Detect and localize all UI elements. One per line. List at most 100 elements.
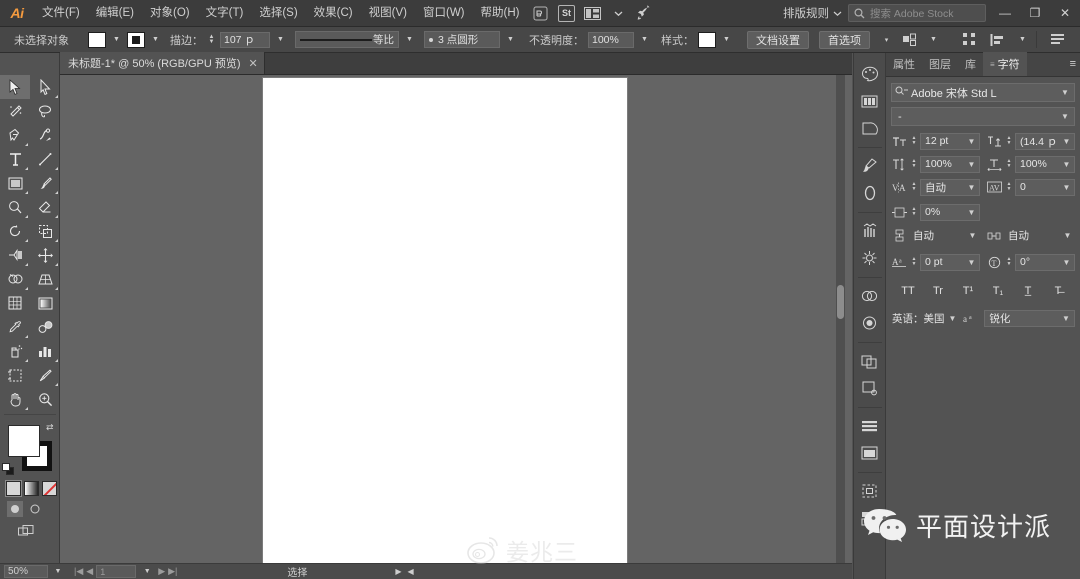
rectangle-tool[interactable] — [0, 171, 30, 195]
artboard-prev-button[interactable]: ◀ — [86, 566, 93, 577]
language-chevron-down-icon[interactable]: ▼ — [949, 314, 957, 323]
gradient-swatch-button[interactable] — [24, 481, 39, 496]
select-similar-objects-icon[interactable] — [897, 26, 923, 53]
pathfinder-panel-icon[interactable] — [856, 348, 884, 374]
hand-tool[interactable] — [0, 387, 30, 411]
discover-rocket-icon[interactable] — [631, 0, 657, 27]
brush-definition-chevron-down-icon[interactable]: ▼ — [504, 32, 517, 48]
tsume-chevron-down-icon[interactable]: ▼ — [966, 208, 977, 217]
rotate-tool[interactable] — [0, 219, 30, 243]
horizontal-gap-select[interactable]: 自动 ▼ — [1005, 227, 1075, 244]
magic-wand-tool[interactable] — [0, 99, 30, 123]
align-chevron-down-icon[interactable]: ▼ — [1016, 32, 1029, 48]
current-tool-label[interactable]: 选择 — [287, 564, 307, 579]
stroke-weight-input[interactable]: 107 ｐ — [220, 31, 270, 48]
status-left-icon[interactable]: ◀ — [408, 567, 414, 576]
workspace-chevron-down-icon[interactable] — [605, 0, 631, 27]
font-style-chevron-down-icon[interactable]: ▼ — [1058, 112, 1072, 121]
color-swatch-button[interactable] — [5, 480, 22, 497]
workspace-switcher-icon[interactable] — [579, 0, 605, 27]
mesh-tool[interactable] — [0, 291, 30, 315]
align-panel-icon[interactable] — [856, 375, 884, 401]
vertical-scale-chevron-down-icon[interactable]: ▼ — [966, 160, 977, 169]
zoom-tool[interactable] — [30, 387, 60, 411]
language-select[interactable]: 英语：美国 ▼ — [891, 310, 957, 327]
small-caps-button[interactable]: Tr — [923, 282, 953, 300]
color-guide-panel-icon[interactable] — [856, 88, 884, 114]
baseline-shift-field[interactable]: Aa ▲ ▼ 0 pt ▼ — [891, 253, 980, 271]
select-similar-chevron-down-icon[interactable]: ▼ — [927, 32, 940, 48]
close-button[interactable]: ✕ — [1050, 0, 1080, 27]
character-rotation-stepper[interactable]: ▲ ▼ — [1005, 257, 1013, 267]
swatches-panel-icon[interactable] — [856, 115, 884, 141]
column-graph-tool[interactable] — [30, 339, 60, 363]
artboard-tool[interactable] — [0, 363, 30, 387]
font-size-chevron-down-icon[interactable]: ▼ — [966, 137, 977, 146]
stroke-panel-icon[interactable] — [856, 218, 884, 244]
draw-normal-button[interactable] — [7, 501, 23, 517]
tab-properties[interactable]: 属性 — [886, 52, 922, 76]
canvas-area[interactable] — [60, 75, 852, 563]
eraser-tool[interactable] — [30, 195, 60, 219]
gradient-tool[interactable] — [30, 291, 60, 315]
menu-file[interactable]: 文件(F) — [34, 0, 88, 27]
graphic-style-swatch[interactable] — [698, 31, 716, 48]
vertical-gap-select[interactable]: 自动 ▼ — [910, 227, 980, 244]
minimize-button[interactable]: — — [990, 0, 1020, 27]
baseline-shift-input[interactable]: 0 pt ▼ — [920, 253, 980, 271]
menu-edit[interactable]: 编辑(E) — [88, 0, 142, 27]
leading-stepper[interactable]: ▲ ▼ — [1005, 136, 1013, 146]
brushes-panel-icon[interactable] — [856, 153, 884, 179]
color-panel-icon[interactable] — [856, 61, 884, 87]
artboards-panel-icon[interactable] — [856, 440, 884, 466]
font-size-field[interactable]: ▲ ▼ 12 pt ▼ — [891, 132, 980, 150]
menu-object[interactable]: 对象(O) — [142, 0, 198, 27]
vertical-scale-stepper[interactable]: ▲ ▼ — [910, 159, 918, 169]
font-family-select[interactable]: Adobe 宋体 Std L ▼ — [891, 83, 1075, 102]
stroke-weight-stepper[interactable]: ▲ ▼ — [207, 32, 216, 48]
curvature-tool[interactable] — [30, 123, 60, 147]
artboard-first-button[interactable]: |◀ — [74, 566, 83, 577]
zoom-level-input[interactable]: 50% — [4, 565, 48, 578]
scale-tool[interactable] — [30, 219, 60, 243]
stock-search-input[interactable]: 搜索 Adobe Stock — [848, 4, 986, 22]
horizontal-gap-chevron-down-icon[interactable]: ▼ — [1062, 231, 1073, 240]
tracking-chevron-down-icon[interactable]: ▼ — [1061, 183, 1072, 192]
change-screen-mode-button[interactable] — [18, 524, 34, 540]
horizontal-scale-field[interactable]: ▲ ▼ 100% ▼ — [986, 155, 1075, 173]
artboard[interactable] — [263, 78, 627, 563]
tab-layers[interactable]: 图层 — [922, 52, 958, 76]
kerning-stepper[interactable]: ▲ ▼ — [910, 182, 918, 192]
stroke-profile-select[interactable]: 等比 — [295, 31, 399, 48]
antialias-select[interactable]: 锐化 ▼ — [984, 310, 1075, 327]
stroke-weight-chevron-down-icon[interactable]: ▼ — [274, 32, 287, 48]
kerning-input[interactable]: 自动 ▼ — [920, 178, 980, 196]
font-size-stepper[interactable]: ▲ ▼ — [910, 136, 918, 146]
bridge-icon[interactable] — [527, 0, 553, 27]
tab-libraries[interactable]: 库 — [958, 52, 983, 76]
document-tab-close-icon[interactable]: ✕ — [249, 57, 258, 70]
width-tool[interactable] — [0, 243, 30, 267]
menu-help[interactable]: 帮助(H) — [473, 0, 528, 27]
fill-color-swatch[interactable] — [88, 31, 106, 48]
shape-builder-tool[interactable] — [0, 267, 30, 291]
tsume-field[interactable]: ▲ ▼ 0% ▼ — [891, 203, 980, 221]
kerning-chevron-down-icon[interactable]: ▼ — [966, 183, 977, 192]
free-transform-tool[interactable] — [30, 243, 60, 267]
horizontal-scale-input[interactable]: 100% ▼ — [1015, 155, 1075, 173]
font-style-select[interactable]: - ▼ — [891, 107, 1075, 126]
artboard-last-button[interactable]: ▶| — [168, 566, 177, 577]
eyedropper-tool[interactable] — [0, 315, 30, 339]
none-swatch-button[interactable] — [42, 481, 57, 496]
appearance-panel-icon[interactable] — [856, 310, 884, 336]
strikethrough-button[interactable]: T̶ — [1043, 282, 1073, 300]
fill-swatch-chevron-down-icon[interactable]: ▼ — [110, 32, 123, 48]
stock-icon[interactable]: St — [553, 0, 579, 27]
stroke-color-swatch[interactable] — [127, 31, 145, 48]
transparency-panel-icon[interactable] — [856, 283, 884, 309]
menu-view[interactable]: 视图(V) — [361, 0, 415, 27]
horizontal-gap-field[interactable]: 自动 ▼ — [986, 226, 1075, 244]
lasso-tool[interactable] — [30, 99, 60, 123]
shaper-tool[interactable] — [0, 195, 30, 219]
direct-selection-tool[interactable] — [30, 75, 60, 99]
